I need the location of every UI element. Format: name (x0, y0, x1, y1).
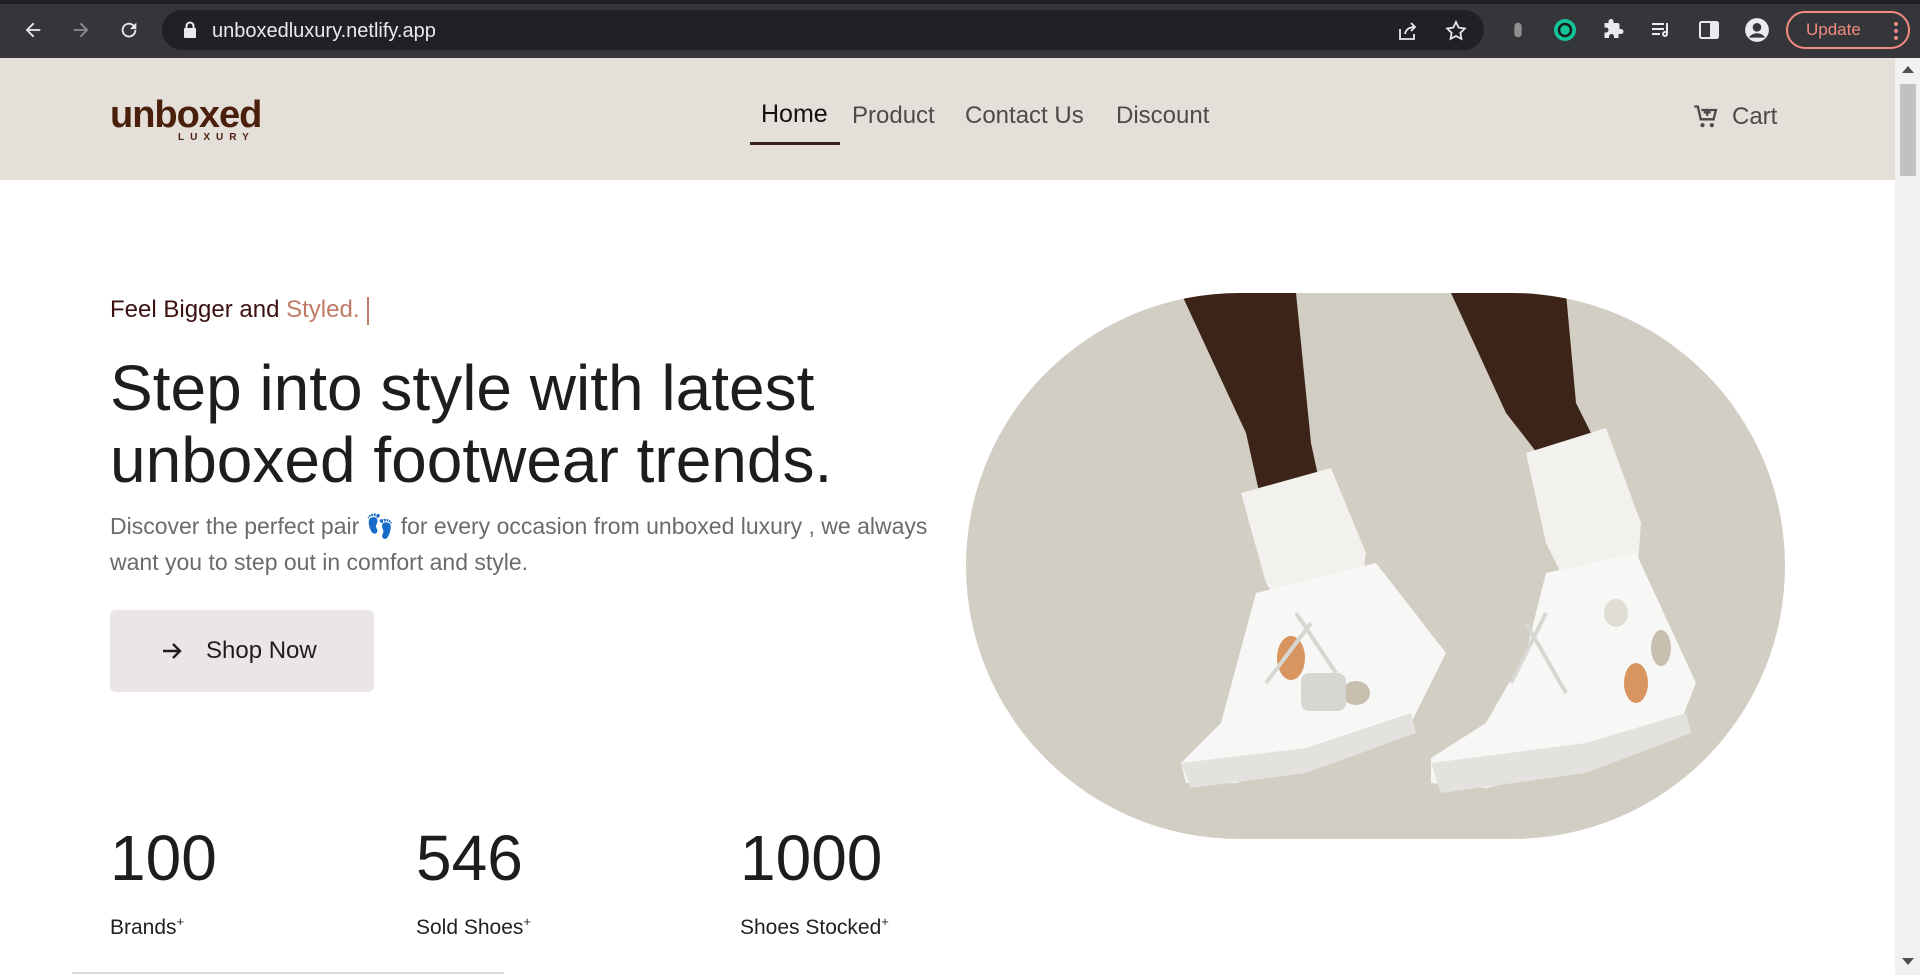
tagline-prefix: Feel Bigger and (110, 296, 287, 323)
profile-avatar-icon[interactable] (1744, 17, 1770, 43)
share-icon[interactable] (1396, 19, 1420, 43)
site-header: unboxed LUXURY Home Product Contact Us D… (0, 58, 1895, 180)
shop-now-label: Shop Now (206, 637, 317, 664)
tab-strip (0, 0, 1920, 4)
update-label: Update (1806, 20, 1861, 39)
star-icon[interactable] (1444, 19, 1468, 43)
stat-value: 1000 (740, 822, 883, 894)
reading-list-icon[interactable] (1648, 17, 1674, 43)
reload-icon (121, 22, 137, 38)
nav-home[interactable]: Home (761, 100, 828, 129)
typing-cursor (367, 296, 370, 325)
stat-label: Sold Shoes+ (416, 914, 532, 939)
site-logo[interactable]: unboxed LUXURY (110, 96, 266, 146)
stat-brands: 100 Brands+ (110, 826, 217, 940)
scroll-up-arrow-icon[interactable] (1902, 66, 1914, 73)
cart-icon (1694, 105, 1718, 128)
grammarly-icon[interactable] (1552, 17, 1578, 43)
footprints-icon: 👣 (365, 513, 395, 539)
browser-toolbar: unboxedluxury.netlify.app Update (0, 0, 1920, 58)
stat-label: Brands+ (110, 914, 185, 939)
update-button[interactable]: Update (1786, 11, 1910, 49)
scroll-thumb[interactable] (1900, 84, 1916, 176)
stat-shoes-stocked: 1000 Shoes Stocked+ (740, 826, 889, 940)
extension-gray-icon[interactable] (1505, 17, 1531, 43)
forward-button[interactable] (64, 13, 98, 47)
url-text: unboxedluxury.netlify.app (212, 20, 436, 42)
logo-subtitle: LUXURY (178, 132, 255, 143)
arrow-left-icon (25, 22, 41, 38)
puzzle-icon[interactable] (1600, 17, 1626, 43)
back-button[interactable] (16, 13, 50, 47)
page-scrollbar[interactable] (1895, 58, 1920, 975)
nav-contact-us[interactable]: Contact Us (965, 102, 1084, 130)
stat-sold-shoes: 546 Sold Shoes+ (416, 826, 531, 940)
stat-value: 546 (416, 822, 523, 894)
address-bar[interactable]: unboxedluxury.netlify.app (162, 10, 1484, 50)
cart-label: Cart (1732, 103, 1778, 130)
shop-now-button[interactable]: Shop Now (110, 610, 374, 692)
hero-sneakers-image (966, 293, 1785, 839)
side-panel-icon[interactable] (1696, 17, 1722, 43)
hero-headline: Step into style with latest unboxed foot… (110, 352, 833, 496)
stat-label: Shoes Stocked+ (740, 914, 889, 939)
arrow-right-icon (163, 643, 182, 659)
nav-discount[interactable]: Discount (1116, 102, 1209, 130)
nav-product[interactable]: Product (852, 102, 935, 130)
logo-wordmark: unboxed (110, 94, 262, 136)
lock-icon (184, 21, 196, 38)
description-part-1: Discover the perfect pair (110, 513, 360, 539)
arrow-right-icon (73, 22, 89, 38)
hero-tagline: Feel Bigger and Styled. (110, 296, 370, 325)
page-divider (72, 972, 504, 974)
cart-button[interactable]: Cart (1692, 102, 1777, 132)
reload-button[interactable] (112, 13, 146, 47)
tagline-accent: Styled. (286, 296, 360, 323)
more-vert-icon (1894, 22, 1898, 40)
active-nav-indicator (750, 142, 840, 145)
scroll-down-arrow-icon[interactable] (1902, 958, 1914, 965)
hero-description: Discover the perfect pair 👣 for every oc… (110, 508, 930, 580)
stat-value: 100 (110, 822, 217, 894)
